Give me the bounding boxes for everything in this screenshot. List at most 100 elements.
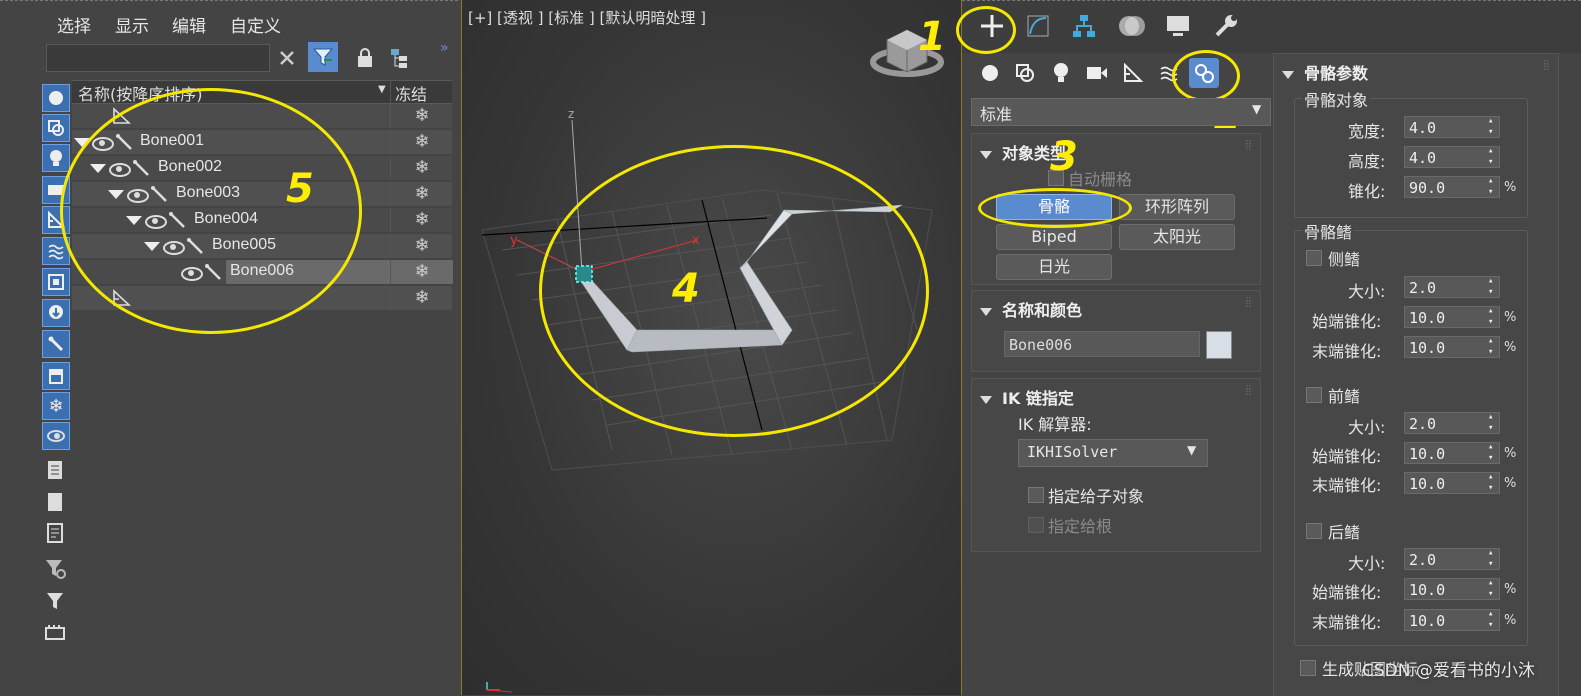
ik-solver-dropdown[interactable]: IKHISolver ▼	[1018, 439, 1208, 467]
freeze-toggle-icon[interactable]: ❄	[390, 156, 453, 180]
menu-edit[interactable]: 编辑	[172, 12, 206, 37]
column-freeze-header[interactable]: 冻结	[390, 81, 452, 105]
rollout-title[interactable]: 骨骼参数	[1282, 60, 1368, 84]
lights-filter-icon[interactable]	[42, 144, 70, 172]
scene-explorer: 选择 显示 编辑 自定义 » ❄ 名称(按降序排序) ▼ 冻结 ❄ Bone00…	[0, 0, 458, 695]
layer-list-icon[interactable]	[42, 520, 68, 546]
percent-label: %	[1504, 613, 1517, 628]
ring-array-button[interactable]: 环形阵列	[1119, 194, 1235, 220]
back-end-taper-label: 末端锥化:	[1312, 613, 1382, 632]
side-size-spinner[interactable]: 2.0	[1404, 276, 1500, 298]
menu-display[interactable]: 显示	[115, 12, 149, 37]
cameras-category-icon[interactable]	[1082, 58, 1112, 88]
expand-chevron-icon[interactable]: »	[440, 40, 449, 56]
generate-mapping-checkbox[interactable]	[1300, 660, 1316, 676]
filter-toggle-icon[interactable]	[308, 42, 338, 72]
object-color-swatch[interactable]	[1206, 331, 1232, 359]
front-start-taper-spinner[interactable]: 10.0	[1404, 442, 1500, 464]
front-start-taper-label: 始端锥化:	[1312, 447, 1382, 466]
annotation-circle-1	[956, 6, 1016, 54]
side-end-taper-label: 末端锥化:	[1312, 342, 1382, 361]
height-spinner[interactable]: 4.0	[1404, 146, 1500, 168]
rollout-grip-icon[interactable]: ⣿	[1245, 140, 1252, 151]
xrefs-filter-icon[interactable]	[42, 299, 70, 327]
sunlight-button[interactable]: 太阳光	[1119, 224, 1235, 250]
rollout-grip-icon[interactable]: ⣿	[1245, 385, 1252, 396]
name-color-rollout: 名称和颜色 ⣿ Bone006	[971, 290, 1261, 372]
front-size-label: 大小:	[1348, 418, 1386, 437]
modify-tab-icon[interactable]	[1016, 5, 1060, 47]
frozen-filter-icon[interactable]: ❄	[42, 392, 70, 420]
side-fins-checkbox[interactable]	[1306, 250, 1322, 266]
geometry-category-icon[interactable]	[975, 58, 1005, 88]
annotation-number-3: 3	[1050, 134, 1078, 180]
clear-search-icon[interactable]	[272, 43, 302, 73]
front-size-spinner[interactable]: 2.0	[1404, 412, 1500, 434]
back-end-taper-spinner[interactable]: 10.0	[1404, 609, 1500, 631]
sort-arrow-icon[interactable]: ▼	[378, 84, 386, 95]
back-fin-checkbox[interactable]	[1306, 523, 1322, 539]
filter-icon[interactable]	[42, 588, 68, 614]
object-name-input[interactable]: Bone006	[1004, 331, 1200, 357]
percent-label: %	[1504, 180, 1517, 195]
freeze-toggle-icon[interactable]: ❄	[390, 182, 453, 206]
taper-spinner[interactable]: 90.0	[1404, 176, 1500, 198]
groups-filter-icon[interactable]	[42, 268, 70, 296]
side-start-taper-label: 始端锥化:	[1312, 312, 1382, 331]
filter-settings-icon[interactable]	[42, 556, 68, 582]
dropdown-value: 标准	[980, 105, 1013, 124]
list-icon[interactable]	[42, 457, 68, 483]
freeze-toggle-icon[interactable]: ❄	[390, 260, 453, 284]
category-dropdown[interactable]: 标准 ▼	[971, 98, 1271, 126]
back-start-taper-spinner[interactable]: 10.0	[1404, 578, 1500, 600]
search-input[interactable]	[46, 44, 270, 72]
side-end-taper-spinner[interactable]: 10.0	[1404, 336, 1500, 358]
front-fin-label: 前鳍	[1328, 387, 1361, 406]
lights-category-icon[interactable]	[1046, 58, 1076, 88]
page-icon[interactable]	[42, 489, 68, 515]
back-size-spinner[interactable]: 2.0	[1404, 548, 1500, 570]
bones-filter-icon[interactable]	[42, 330, 70, 358]
container-icon[interactable]	[42, 619, 68, 645]
rollout-title[interactable]: 名称和颜色	[980, 297, 1082, 321]
width-label: 宽度:	[1348, 122, 1386, 141]
assign-root-checkbox[interactable]	[1028, 517, 1044, 533]
dropdown-value: IKHISolver	[1027, 443, 1118, 461]
helpers-category-icon[interactable]	[1118, 58, 1148, 88]
rollout-grip-icon[interactable]: ⣿	[1543, 60, 1550, 71]
percent-label: %	[1504, 476, 1517, 491]
width-spinner[interactable]: 4.0	[1404, 116, 1500, 138]
annotation-circle-5	[60, 88, 362, 334]
menu-select[interactable]: 选择	[57, 12, 91, 37]
chevron-down-icon: ▼	[1187, 443, 1197, 457]
lock-icon[interactable]	[350, 43, 380, 73]
assign-children-checkbox[interactable]	[1028, 487, 1044, 503]
annotation-number-5: 5	[286, 166, 314, 212]
hierarchy-sort-icon[interactable]	[385, 43, 415, 73]
shapes-category-icon[interactable]	[1010, 58, 1040, 88]
front-end-taper-spinner[interactable]: 10.0	[1404, 472, 1500, 494]
freeze-toggle-icon[interactable]: ❄	[390, 208, 453, 232]
rollout-title[interactable]: IK 链指定	[980, 385, 1074, 409]
freeze-toggle-icon[interactable]: ❄	[390, 234, 453, 258]
bone-fins-label: 骨骼鳍	[1302, 219, 1355, 243]
display-tab-icon[interactable]	[1156, 5, 1200, 47]
freeze-toggle-icon[interactable]: ❄	[390, 104, 453, 128]
hierarchy-tab-icon[interactable]	[1062, 5, 1106, 47]
hidden-filter-icon[interactable]	[42, 422, 70, 450]
freeze-toggle-icon[interactable]: ❄	[390, 286, 453, 310]
ik-chain-rollout: IK 链指定 ⣿ IK 解算器: IKHISolver ▼ 指定给子对象 指定给…	[971, 378, 1261, 552]
bone-object-label: 骨骼对象	[1302, 87, 1371, 111]
side-start-taper-spinner[interactable]: 10.0	[1404, 306, 1500, 328]
geometry-filter-icon[interactable]	[42, 84, 70, 112]
front-fin-checkbox[interactable]	[1306, 387, 1322, 403]
utilities-tab-icon[interactable]	[1204, 5, 1248, 47]
freeze-toggle-icon[interactable]: ❄	[390, 130, 453, 154]
motion-tab-icon[interactable]	[1110, 5, 1154, 47]
rollout-grip-icon[interactable]: ⣿	[1245, 297, 1252, 308]
menu-customize[interactable]: 自定义	[230, 12, 281, 37]
daylight-button[interactable]: 日光	[996, 254, 1112, 280]
perspective-viewport[interactable]: [+] [透视 ] [标准 ] [默认明暗处理 ] x y z 4 1	[461, 0, 962, 695]
shapes-filter-icon[interactable]	[42, 114, 70, 142]
containers-filter-icon[interactable]	[42, 362, 70, 390]
